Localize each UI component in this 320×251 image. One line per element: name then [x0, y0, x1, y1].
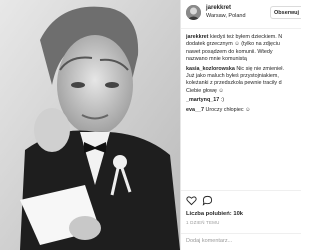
photo-image	[0, 0, 180, 250]
comment: eva__7 Uroczy chłopiec ☺	[186, 107, 301, 114]
comment-text: Uroczy chłopiec ☺	[204, 106, 251, 113]
comment-text: kiedyś też byłem dzieckiem. N	[208, 34, 283, 40]
follow-button[interactable]: Obserwuj	[270, 6, 301, 19]
comment-text: Już jako maluch byłeś przystojniakiem,	[186, 73, 279, 80]
comment-user[interactable]: eva__7	[186, 107, 204, 113]
comment-user[interactable]: kasia_kozlorowska	[186, 66, 235, 72]
post-date: 1 DZIEŃ TEMU	[186, 220, 220, 225]
post-actions	[181, 190, 301, 209]
username[interactable]: jarekkret	[206, 5, 231, 11]
comment: jarekkret kiedyś też byłem dzieckiem. N …	[186, 34, 301, 64]
location[interactable]: Warsaw, Poland	[206, 13, 246, 19]
likes-count[interactable]: Liczba polubień: 10k	[186, 211, 243, 217]
add-comment-bar[interactable]: Dodaj komentarz...	[181, 233, 301, 251]
comment: kasia_kozlorowska Nic się nie zmienieł. …	[186, 66, 301, 96]
avatar[interactable]	[186, 5, 201, 20]
comment-icon[interactable]	[202, 195, 213, 206]
post-photo[interactable]	[0, 0, 180, 250]
comment-text: nawet posądzem do komunii. Wtedy	[186, 48, 273, 55]
avatar-image	[186, 5, 201, 20]
comment-text: Nic się nie zmienieł.	[234, 65, 284, 72]
comment-text: koleżanki z przedszkola pewnie traciły d	[186, 80, 282, 87]
comment-user[interactable]: _martynq_17	[186, 97, 219, 103]
add-comment-input[interactable]: Dodaj komentarz...	[186, 238, 232, 244]
comment-text: dodatek grzecznym ☺ (tylko na zdjęciu	[186, 41, 280, 48]
post-header: jarekkret Warsaw, Poland Obserwuj	[181, 0, 301, 29]
heart-icon[interactable]	[186, 195, 197, 206]
comment-text: :)	[219, 97, 225, 104]
comment-user[interactable]: jarekkret	[186, 34, 208, 40]
comment-text: nazwano mnie komunistą	[186, 56, 247, 63]
post-panel: jarekkret Warsaw, Poland Obserwuj jarekk…	[180, 0, 301, 251]
comment: _martynq_17 :)	[186, 97, 301, 104]
comments-list: jarekkret kiedyś też byłem dzieckiem. N …	[186, 34, 301, 184]
comment-text: Ciebie głowę ☺	[186, 87, 224, 94]
